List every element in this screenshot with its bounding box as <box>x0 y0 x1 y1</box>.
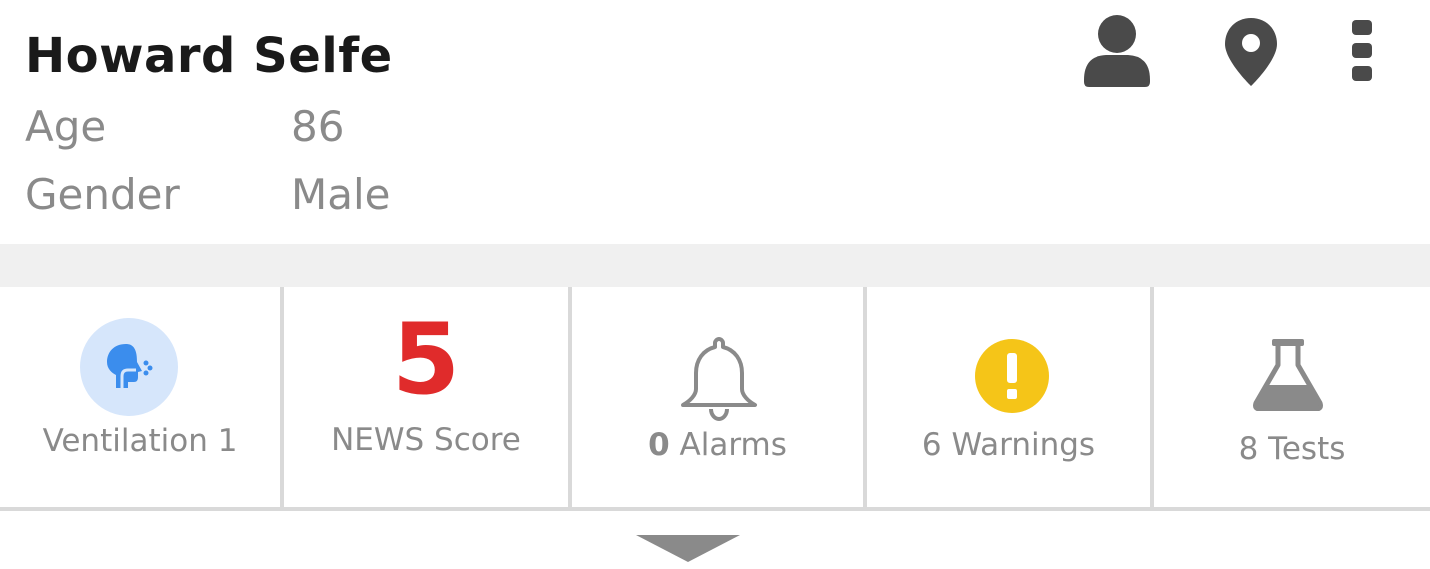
more-vertical-icon[interactable] <box>1350 20 1376 82</box>
location-pin-icon[interactable] <box>1225 18 1277 86</box>
age-value: 86 <box>291 102 345 151</box>
patient-name: Howard Selfe <box>25 28 393 84</box>
expand-arrow-icon[interactable] <box>636 535 740 562</box>
tests-tile[interactable]: 8 Tests <box>1154 287 1430 507</box>
warnings-label: 6 Warnings <box>921 427 1096 463</box>
bell-icon <box>678 335 760 425</box>
warning-icon <box>975 339 1049 417</box>
news-score-value: 5 <box>391 303 461 417</box>
alarms-text: Alarms <box>679 427 787 463</box>
tests-label: 8 Tests <box>1238 431 1346 467</box>
warnings-tile[interactable]: 6 Warnings <box>867 287 1154 507</box>
gender-label: Gender <box>25 170 180 219</box>
person-icon[interactable] <box>1082 14 1152 88</box>
ventilation-tile[interactable]: Ventilation 1 <box>0 287 284 507</box>
ventilation-icon <box>80 318 178 416</box>
news-score-label: NEWS Score <box>331 422 521 458</box>
alarms-count: 0 <box>648 427 670 463</box>
alarms-label: 0 Alarms <box>572 427 863 463</box>
patient-header: Howard Selfe Age 86 Gender Male <box>0 0 1430 244</box>
flask-icon <box>1252 339 1324 415</box>
separator-band <box>0 244 1430 287</box>
age-label: Age <box>25 102 107 151</box>
alarms-tile[interactable]: 0 Alarms <box>572 287 867 507</box>
gender-value: Male <box>291 170 391 219</box>
news-score-tile[interactable]: 5 NEWS Score <box>284 287 572 507</box>
status-tiles: Ventilation 1 5 NEWS Score 0 Alarms 6 Wa… <box>0 287 1430 511</box>
ventilation-label: Ventilation 1 <box>42 423 238 459</box>
